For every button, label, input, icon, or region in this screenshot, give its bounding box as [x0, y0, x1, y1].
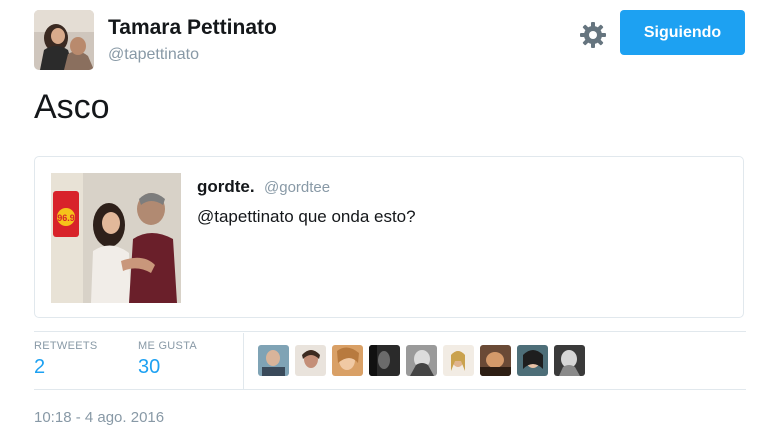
- liker-avatar[interactable]: [258, 345, 289, 376]
- likes-label: ME GUSTA: [138, 340, 198, 352]
- likes-stat[interactable]: ME GUSTA 30: [138, 340, 197, 379]
- retweets-count: 2: [34, 356, 46, 378]
- author-avatar-image: [34, 10, 94, 70]
- quoted-tweet-card[interactable]: 96.9 gordte. @gordtee @tapettinato que o…: [34, 156, 744, 318]
- quoted-tweet-text: @tapettinato que onda esto?: [197, 207, 416, 226]
- liker-avatars: [258, 345, 585, 377]
- following-button[interactable]: Siguiendo: [620, 10, 745, 55]
- divider: [243, 333, 244, 389]
- liker-avatar[interactable]: [295, 345, 326, 376]
- divider: [34, 331, 746, 332]
- retweets-label: RETWEETS: [34, 340, 98, 352]
- retweets-stat[interactable]: RETWEETS 2: [34, 340, 98, 379]
- author-avatar[interactable]: [34, 10, 94, 70]
- author-handle[interactable]: @tapettinato: [108, 46, 199, 64]
- quoted-photo-image: 96.9: [51, 173, 181, 303]
- tweet-timestamp[interactable]: 10:18 - 4 ago. 2016: [34, 409, 164, 426]
- liker-avatar[interactable]: [517, 345, 548, 376]
- liker-avatar[interactable]: [406, 345, 437, 376]
- quoted-author-handle[interactable]: @gordtee: [264, 179, 330, 196]
- radio-sign-text: 96.9: [57, 213, 75, 223]
- likes-count: 30: [138, 356, 161, 378]
- divider: [34, 389, 746, 390]
- liker-avatar[interactable]: [480, 345, 511, 376]
- author-name[interactable]: Tamara Pettinato: [108, 16, 277, 40]
- tweet-text: Asco: [34, 88, 110, 126]
- liker-avatar[interactable]: [443, 345, 474, 376]
- gear-icon[interactable]: [578, 20, 608, 50]
- quoted-author-name[interactable]: gordte.: [197, 177, 255, 197]
- liker-avatar[interactable]: [554, 345, 585, 376]
- liker-avatar[interactable]: [369, 345, 400, 376]
- quoted-tweet-photo[interactable]: 96.9: [51, 173, 181, 303]
- liker-avatar[interactable]: [332, 345, 363, 376]
